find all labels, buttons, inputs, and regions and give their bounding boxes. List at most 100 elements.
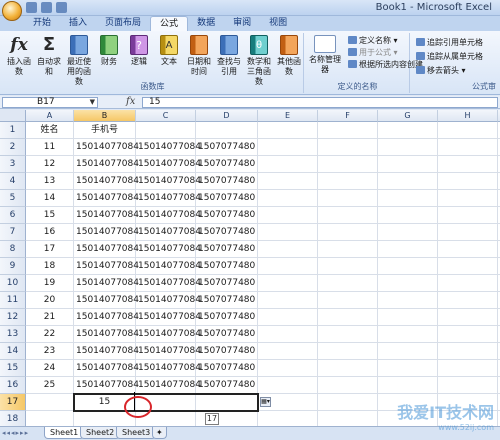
cell[interactable] [258, 343, 318, 360]
cell[interactable] [258, 309, 318, 326]
cell[interactable] [258, 258, 318, 275]
cell[interactable] [378, 377, 438, 394]
function-button-9[interactable]: 其他函数 [274, 35, 304, 77]
remove-arrows-button[interactable]: 移去箭头 ▾ [416, 65, 466, 76]
tab-3[interactable]: 公式 [150, 16, 189, 31]
row-header-7[interactable]: 7 [0, 224, 26, 241]
cell[interactable] [318, 122, 378, 139]
cell[interactable] [438, 258, 498, 275]
cell[interactable]: 15014077084 [136, 343, 201, 360]
cell[interactable]: 1507077480 [196, 309, 258, 326]
cell[interactable] [378, 241, 438, 258]
cell[interactable] [378, 122, 438, 139]
cell[interactable] [318, 360, 378, 377]
cell[interactable] [438, 156, 498, 173]
cell[interactable]: 15014077084 [74, 326, 139, 343]
cell[interactable] [258, 190, 318, 207]
cell[interactable] [378, 360, 438, 377]
row-header-16[interactable]: 16 [0, 377, 26, 394]
cell[interactable] [438, 275, 498, 292]
name-box[interactable]: B17 ▼ [2, 97, 98, 108]
cell[interactable] [258, 224, 318, 241]
cell[interactable] [318, 258, 378, 275]
cell[interactable] [378, 326, 438, 343]
row-header-13[interactable]: 13 [0, 326, 26, 343]
row-header-5[interactable]: 5 [0, 190, 26, 207]
cell[interactable]: 1507077480 [196, 241, 258, 258]
row-header-15[interactable]: 15 [0, 360, 26, 377]
tab-1[interactable]: 插入 [60, 16, 96, 31]
cell[interactable] [258, 326, 318, 343]
cell[interactable] [318, 343, 378, 360]
autofill-options-icon[interactable]: ▦▾ [260, 397, 271, 407]
function-button-3[interactable]: 财务 [94, 35, 124, 67]
row-header-4[interactable]: 4 [0, 173, 26, 190]
row-header-8[interactable]: 8 [0, 241, 26, 258]
cell[interactable] [318, 190, 378, 207]
cell[interactable] [318, 326, 378, 343]
column-header-A[interactable]: A [26, 110, 74, 122]
cell[interactable]: 15014077084 [136, 360, 201, 377]
cell[interactable]: 20 [26, 292, 74, 309]
cell[interactable] [318, 156, 378, 173]
formula-input[interactable]: 15 [142, 97, 498, 108]
cell[interactable] [258, 292, 318, 309]
cell[interactable]: 1507077480 [196, 377, 258, 394]
cell[interactable]: 18 [26, 258, 74, 275]
cell[interactable]: 15014077084 [136, 190, 201, 207]
cell[interactable]: 1507077480 [196, 207, 258, 224]
function-button-2[interactable]: 最近使用的函数 [64, 35, 94, 87]
insert-function-icon[interactable]: fx [126, 96, 135, 107]
cell[interactable]: 25 [26, 377, 74, 394]
cell[interactable]: 17 [26, 241, 74, 258]
cell[interactable] [258, 377, 318, 394]
row-header-10[interactable]: 10 [0, 275, 26, 292]
cell[interactable] [438, 326, 498, 343]
cell[interactable] [196, 122, 258, 139]
cell[interactable]: 15014077084 [74, 360, 139, 377]
cell[interactable]: 1507077480 [196, 139, 258, 156]
cell[interactable]: 23 [26, 343, 74, 360]
cell[interactable] [318, 377, 378, 394]
cell[interactable]: 15014077084 [74, 377, 139, 394]
cell[interactable] [438, 224, 498, 241]
function-button-8[interactable]: θ 数学和三角函数 [244, 35, 274, 87]
cell[interactable] [318, 241, 378, 258]
cell[interactable]: 22 [26, 326, 74, 343]
cell[interactable]: 1507077480 [196, 224, 258, 241]
cell[interactable] [378, 292, 438, 309]
cell[interactable] [318, 309, 378, 326]
tab-0[interactable]: 开始 [24, 16, 60, 31]
cell[interactable] [258, 360, 318, 377]
cell[interactable] [438, 139, 498, 156]
cell[interactable]: 15014077084 [74, 258, 139, 275]
cell[interactable] [196, 394, 258, 411]
cell[interactable] [378, 343, 438, 360]
cell[interactable]: 1507077480 [196, 173, 258, 190]
cell[interactable] [438, 122, 498, 139]
cell[interactable]: 姓名 [26, 122, 74, 139]
insert-sheet-icon[interactable]: ✦ [152, 427, 167, 439]
cell[interactable]: 15014077084 [74, 275, 139, 292]
use-in-formula-button[interactable]: 用于公式 ▾ [348, 47, 398, 58]
select-all-corner[interactable] [0, 110, 26, 122]
cell[interactable] [258, 156, 318, 173]
row-header-12[interactable]: 12 [0, 309, 26, 326]
cell[interactable] [26, 394, 74, 411]
cell[interactable] [438, 343, 498, 360]
cell[interactable]: 15014077084 [136, 173, 201, 190]
cell[interactable]: 16 [26, 224, 74, 241]
cell[interactable] [378, 309, 438, 326]
cell[interactable]: 24 [26, 360, 74, 377]
cell[interactable]: 手机号 [74, 122, 136, 139]
function-button-7[interactable]: 查找与引用 [214, 35, 244, 77]
chevron-down-icon[interactable]: ▼ [90, 98, 95, 107]
cell[interactable] [136, 122, 196, 139]
cell[interactable]: 15014077084 [74, 292, 139, 309]
row-header-9[interactable]: 9 [0, 258, 26, 275]
cell[interactable]: 15014077084 [74, 156, 139, 173]
trace-dependents-button[interactable]: 追踪从属单元格 [416, 51, 483, 62]
cell[interactable] [378, 139, 438, 156]
function-button-4[interactable]: ? 逻辑 [124, 35, 154, 67]
cell[interactable]: 15014077084 [74, 139, 139, 156]
